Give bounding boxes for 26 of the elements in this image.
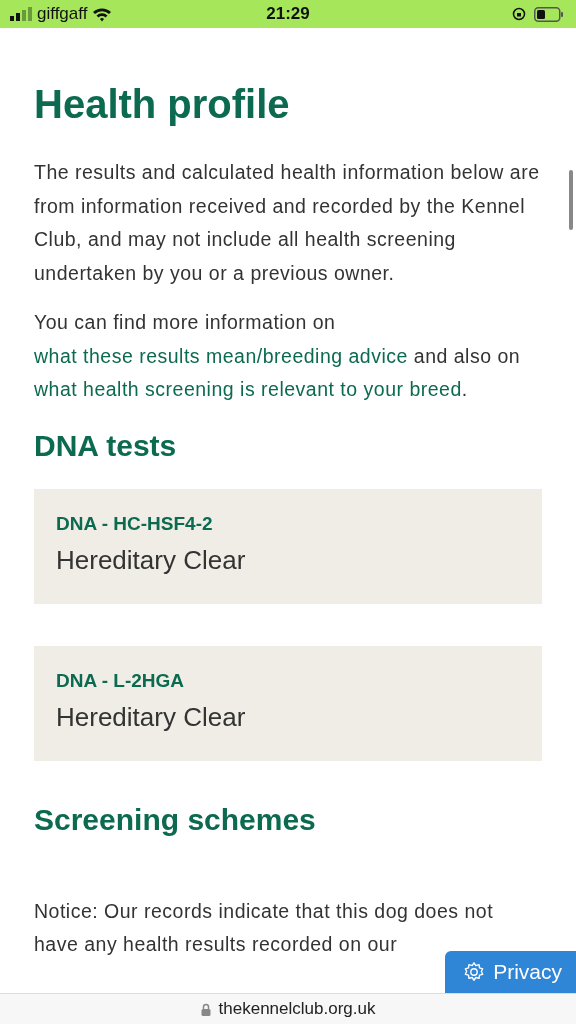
text-link[interactable]: health screening is relevant to your breed — [83, 378, 462, 400]
test-result: Hereditary Clear — [56, 544, 247, 576]
info-text: . — [461, 378, 468, 400]
signal-icon — [10, 7, 32, 21]
url-text[interactable]: thekennelclub.org.uk — [218, 999, 376, 1019]
privacy-button[interactable]: Privacy — [445, 951, 576, 993]
scrollbar — [569, 170, 573, 230]
intro-paragraph: The results and calculated health information below are from information received and recorded by the Kennel Club, and may not include all health screening undertaken by you or a previous owner. — [34, 160, 541, 286]
test-name: DNA - HC-HSF4-2 — [56, 512, 214, 535]
wifi-icon — [92, 6, 113, 22]
section-heading: Screening schemes — [34, 802, 317, 837]
clock: 21:29 — [266, 4, 310, 24]
info-text: You can find more information on — [34, 311, 336, 333]
text-link[interactable]: what — [34, 378, 78, 400]
page-title: Health profile — [34, 82, 291, 126]
text-link[interactable]: results mean/breeding advice — [139, 344, 408, 367]
gear-icon — [463, 961, 486, 983]
rotation-lock-icon — [512, 7, 526, 21]
section-heading: DNA tests — [34, 428, 178, 463]
carrier-name: giffgaff — [37, 4, 88, 24]
lock-icon — [200, 1002, 211, 1016]
test-name: DNA - L-2HGA — [56, 669, 186, 692]
info-text: and also on — [412, 344, 521, 367]
text-link[interactable]: what these — [34, 344, 134, 367]
battery-icon — [534, 6, 564, 22]
test-result: Hereditary Clear — [56, 701, 247, 733]
